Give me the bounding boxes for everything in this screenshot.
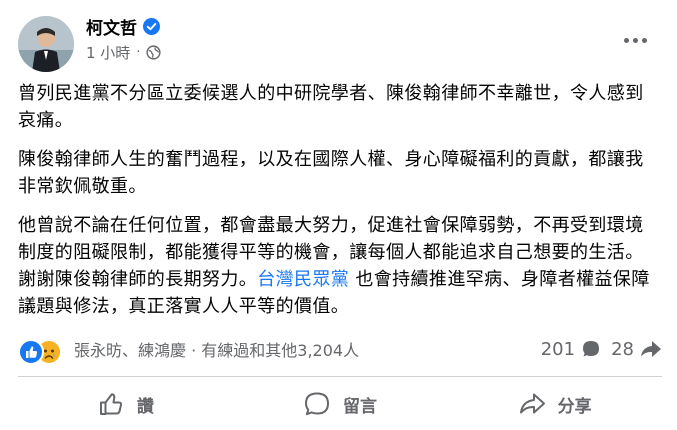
comment-button-label: 留言 <box>343 396 377 417</box>
like-button[interactable]: 讚 <box>18 381 233 427</box>
more-dot <box>632 37 638 43</box>
comment-button[interactable]: 留言 <box>233 381 448 427</box>
comment-count-icon <box>583 341 600 357</box>
meta-separator: · <box>136 45 141 60</box>
share-count[interactable]: 28 <box>611 339 662 360</box>
action-divider <box>18 376 662 377</box>
reactors-summary[interactable]: 張永昉、練鴻慶 · 有練過和其他3,204人 <box>74 337 359 361</box>
share-button-label: 分享 <box>557 396 592 417</box>
post-header: 柯文哲 1 小時 · <box>0 0 677 80</box>
post-paragraph-1: 曾列民進黨不分區立委候選人的中研院學者、陳俊翰律師不幸離世，令人感到哀痛。 <box>18 83 644 131</box>
avatar[interactable] <box>18 16 74 72</box>
author-row: 柯文哲 <box>86 14 160 39</box>
engagement-counts: 201 28 <box>541 332 662 366</box>
more-dot <box>623 37 629 43</box>
share-count-icon <box>641 341 661 357</box>
post-text: 曾列民進黨不分區立委候選人的中研院學者、陳俊翰律師不幸離世，令人感到哀痛。 陳俊… <box>18 80 658 332</box>
like-button-label: 讚 <box>136 396 154 417</box>
post-time[interactable]: 1 小時 <box>86 42 130 63</box>
more-dot <box>641 37 647 43</box>
comment-count[interactable]: 201 <box>541 339 601 360</box>
share-icon <box>519 393 545 414</box>
author-name[interactable]: 柯文哲 <box>86 14 137 39</box>
post-paragraph-2: 陳俊翰律師人生的奮鬥過程，以及在國際人權、身心障礙福利的貢獻，都讓我非常欽佩敬重… <box>18 149 644 197</box>
comment-count-value: 201 <box>540 338 576 360</box>
party-link[interactable]: 台灣民眾黨 <box>257 269 349 290</box>
post-paragraph-3: 他曾說不論在任何位置，都會盡最大努力，促進社會保障弱勢，不再受到環境制度的阻礙限… <box>18 212 658 320</box>
like-reaction-icon <box>18 339 44 365</box>
share-button[interactable]: 分享 <box>447 381 662 427</box>
comment-icon <box>305 392 329 416</box>
post-meta: 1 小時 · <box>86 42 162 63</box>
more-options-icon[interactable] <box>615 26 655 54</box>
reaction-stats: 張永昉、練鴻慶 · 有練過和其他3,204人 201 28 <box>18 332 662 366</box>
globe-icon[interactable] <box>146 45 162 60</box>
post-actions: 讚 留言 分享 <box>18 381 662 427</box>
verified-badge-icon <box>143 18 160 35</box>
thumbs-up-icon <box>99 393 122 415</box>
share-count-value: 28 <box>611 338 634 360</box>
reaction-icons[interactable] <box>18 337 64 365</box>
